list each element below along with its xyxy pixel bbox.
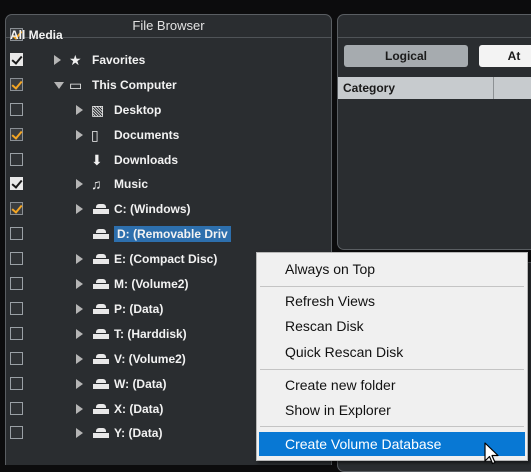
download-icon: ⬇	[91, 151, 103, 168]
menu-item-quick-rescan-disk[interactable]: Quick Rescan Disk	[257, 340, 527, 364]
tree-item-label: M: (Volume2)	[114, 277, 189, 291]
menu-separator	[260, 286, 524, 287]
expand-arrow-icon[interactable]	[76, 129, 83, 140]
tree-item-checkbox[interactable]	[10, 426, 23, 440]
expand-arrow-icon[interactable]	[76, 353, 83, 364]
tree-item-label: X: (Data)	[114, 401, 164, 416]
tree-item-checkbox[interactable]	[10, 326, 23, 340]
tree-item-label: This Computer	[92, 77, 177, 92]
category-column-header[interactable]: Category	[338, 77, 531, 99]
media-rack-header	[338, 15, 531, 38]
tree-item-checkbox[interactable]	[10, 177, 23, 191]
tree-item-label: Y: (Data)	[114, 426, 163, 441]
menu-item-create-new-folder[interactable]: Create new folder	[257, 373, 527, 397]
expand-arrow-icon[interactable]	[76, 279, 83, 289]
drive-icon	[93, 403, 109, 414]
tab-attributes[interactable]: At	[479, 45, 531, 67]
tree-item-checkbox[interactable]	[10, 277, 23, 290]
tree-item-label: E: (Compact Disc)	[114, 252, 218, 267]
tree-item[interactable]: D: (Removable Driv	[10, 223, 326, 245]
drive-icon	[93, 204, 109, 215]
context-menu: Always on Top Refresh Views Rescan Disk …	[256, 252, 528, 461]
tree-item-label: V: (Volume2)	[114, 351, 186, 366]
tree-item[interactable]: All Media	[10, 24, 326, 46]
tree-item[interactable]: ⬇ Downloads	[10, 149, 326, 171]
tree-item-checkbox[interactable]	[10, 376, 23, 390]
expand-arrow-icon[interactable]	[76, 303, 83, 314]
drive-icon	[93, 229, 109, 240]
tree-item-checkbox[interactable]	[10, 252, 23, 266]
media-rack-panel: Logical At Category	[337, 14, 531, 250]
drive-icon	[93, 353, 109, 364]
tree-item[interactable]: ★ Favorites	[10, 49, 326, 71]
expand-arrow-icon[interactable]	[76, 378, 83, 389]
tree-item-label: Music	[114, 177, 149, 192]
star-icon: ★	[69, 51, 82, 68]
drive-icon	[93, 303, 109, 314]
drive-icon	[93, 378, 109, 389]
desktop-icon: ▧	[91, 101, 105, 118]
menu-item-always-on-top[interactable]: Always on Top	[257, 257, 527, 281]
tree-item-label: W: (Data)	[114, 376, 167, 391]
collapse-arrow-icon[interactable]	[54, 81, 64, 89]
tree-item-checkbox[interactable]	[10, 351, 23, 365]
tree-item-checkbox[interactable]	[10, 202, 23, 216]
tree-item[interactable]: C: (Windows)	[10, 198, 326, 220]
menu-separator	[260, 426, 524, 427]
monitor-icon: ▭	[69, 76, 83, 93]
menu-item-refresh-views[interactable]: Refresh Views	[257, 289, 527, 313]
expand-arrow-icon[interactable]	[76, 254, 83, 265]
tree-item-label: All Media	[10, 28, 63, 42]
tree-item-label: Downloads	[114, 152, 179, 167]
menu-item-show-in-explorer[interactable]: Show in Explorer	[257, 398, 527, 422]
tree-item-label: C: (Windows)	[114, 202, 191, 217]
tree-item-checkbox[interactable]	[10, 52, 23, 66]
expand-arrow-icon[interactable]	[54, 54, 61, 65]
drive-icon	[93, 279, 109, 289]
tree-item-label: D: (Removable Driv	[114, 226, 231, 243]
tree-item[interactable]: ▭ This Computer	[10, 74, 326, 96]
tree-item[interactable]: ♫ Music	[10, 173, 326, 195]
tree-item-checkbox[interactable]	[10, 401, 23, 415]
menu-item-rescan-disk[interactable]: Rescan Disk	[257, 314, 527, 338]
tree-item-label: Desktop	[114, 102, 162, 117]
expand-arrow-icon[interactable]	[76, 328, 83, 339]
column-divider[interactable]	[493, 77, 494, 99]
drive-icon	[93, 328, 109, 339]
music-icon: ♫	[91, 176, 102, 193]
expand-arrow-icon[interactable]	[76, 204, 83, 215]
expand-arrow-icon[interactable]	[76, 428, 83, 439]
drive-icon	[93, 428, 109, 439]
tree-item-checkbox[interactable]	[10, 152, 23, 166]
mouse-cursor-icon	[484, 442, 499, 465]
expand-arrow-icon[interactable]	[76, 104, 83, 115]
document-icon: ▯	[91, 126, 99, 143]
tree-item-label: T: (Harddisk)	[114, 326, 187, 341]
tree-item[interactable]: ▯ Documents	[10, 124, 326, 146]
expand-arrow-icon[interactable]	[76, 403, 83, 414]
tab-logical[interactable]: Logical	[344, 45, 468, 67]
tree-item-checkbox[interactable]	[10, 227, 23, 241]
tree-item-label: Documents	[114, 127, 180, 142]
tree-item-label: P: (Data)	[114, 301, 164, 316]
tree-item-checkbox[interactable]	[10, 102, 23, 116]
tree-item-checkbox[interactable]	[10, 127, 23, 141]
category-label: Category	[343, 81, 396, 95]
drive-icon	[93, 254, 109, 265]
tree-item[interactable]: ▧ Desktop	[10, 99, 326, 121]
tree-item-checkbox[interactable]	[10, 301, 23, 315]
tree-item-label: Favorites	[92, 52, 146, 67]
tree-item-checkbox[interactable]	[10, 77, 23, 91]
menu-separator	[260, 369, 524, 370]
expand-arrow-icon[interactable]	[76, 179, 83, 190]
